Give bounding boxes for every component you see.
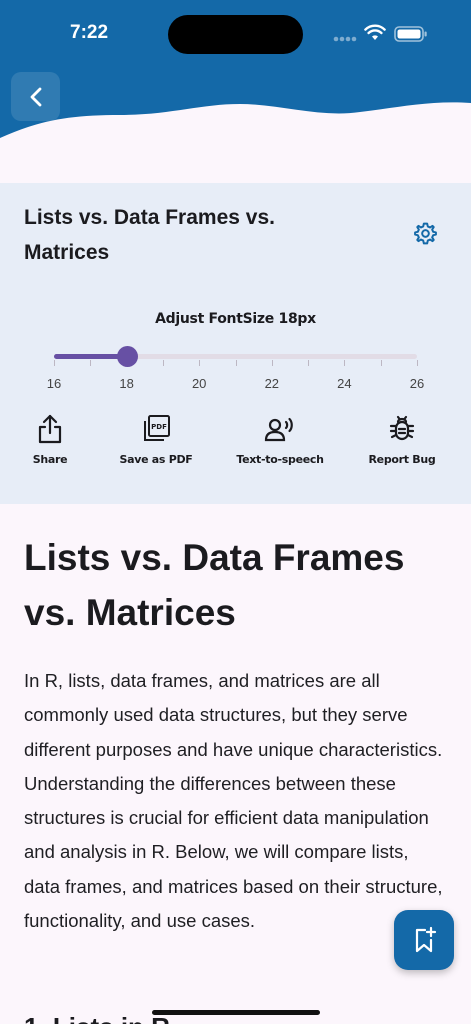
slider-tick [54, 360, 55, 366]
save-pdf-button[interactable]: PDF Save as PDF [101, 413, 211, 466]
slider-tick [235, 360, 237, 366]
slider-tick [344, 360, 346, 366]
bookmark-add-button[interactable] [394, 910, 454, 970]
font-size-slider-fill [54, 354, 127, 359]
article-title: Lists vs. Data Frames vs. Matrices [24, 537, 405, 633]
report-bug-label: Report Bug [368, 453, 436, 466]
bookmark-add-icon [415, 926, 437, 953]
battery-icon [394, 26, 427, 42]
section-heading: 1. Lists in R [24, 1012, 170, 1024]
font-size-slider-thumb[interactable] [116, 346, 138, 367]
share-label: Share [32, 453, 68, 466]
slider-tick-label: 26 [409, 376, 425, 391]
home-indicator [152, 1010, 320, 1015]
slider-tick [380, 360, 382, 366]
slider-tick [162, 360, 164, 366]
slider-tick-label: 24 [337, 376, 352, 391]
article-body: In R, lists, data frames, and matrices a… [24, 670, 443, 932]
gear-icon[interactable] [413, 221, 438, 246]
text-to-speech-button[interactable]: Text-to-speech [225, 413, 335, 466]
slider-tick [90, 360, 92, 366]
slider-tick [417, 360, 418, 366]
slider-tick-label: 22 [264, 376, 280, 391]
bug-icon [389, 415, 415, 441]
panel-title: Lists vs. Data Frames vs. Matrices [24, 206, 275, 264]
report-bug-button[interactable]: Report Bug [347, 413, 457, 466]
pdf-icon: PDF [144, 415, 170, 441]
slider-tick-label: 18 [119, 376, 134, 391]
cellular-signal-icon [333, 36, 357, 42]
font-size-label: Adjust FontSize 18px [155, 311, 316, 327]
share-button[interactable]: Share [0, 413, 105, 466]
slider-tick-label: 16 [46, 376, 62, 391]
wifi-icon [364, 24, 386, 40]
slider-tick [199, 360, 201, 366]
share-icon [38, 414, 62, 444]
slider-tick [271, 360, 273, 366]
svg-text:PDF: PDF [151, 423, 167, 431]
status-time: 7:22 [70, 22, 109, 43]
dynamic-island [168, 15, 303, 54]
text-to-speech-label: Text-to-speech [236, 453, 324, 466]
back-button[interactable] [11, 72, 60, 121]
slider-tick [308, 360, 310, 366]
chevron-left-icon [30, 87, 41, 106]
slider-tick-label: 20 [191, 376, 207, 391]
save-pdf-label: Save as PDF [119, 453, 193, 466]
speaker-icon [264, 417, 293, 442]
